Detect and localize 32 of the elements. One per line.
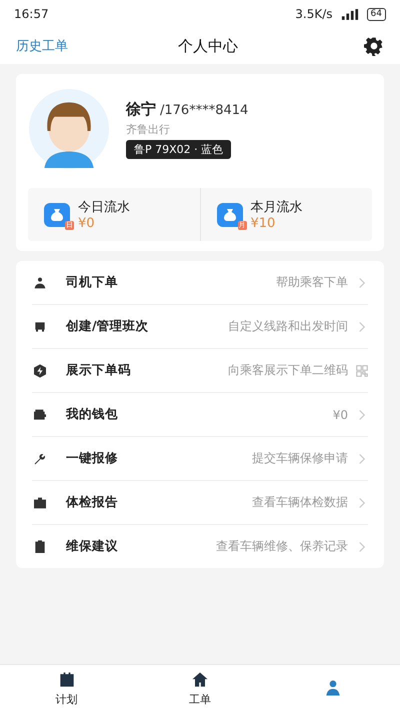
tab-item[interactable]: 计划 bbox=[0, 665, 134, 711]
menu-item[interactable]: 维保建议 查看车辆维修、保养记录 bbox=[32, 525, 368, 568]
phone-number: /176****8414 bbox=[160, 102, 248, 118]
battery-level: 64 bbox=[366, 8, 386, 20]
menu-item[interactable]: 一键报修 提交车辆保修申请 bbox=[32, 437, 368, 481]
signal-icon bbox=[340, 8, 359, 20]
menu-icon bbox=[32, 274, 48, 290]
earnings-label: 今日流水 bbox=[78, 199, 130, 216]
qr-code-icon bbox=[356, 364, 368, 376]
money-bag-icon bbox=[216, 202, 242, 226]
menu-item[interactable]: 创建/管理班次 自定义线路和出发时间 bbox=[32, 305, 368, 349]
status-time: 16:57 bbox=[14, 7, 49, 21]
tab-item[interactable]: 工单 bbox=[133, 665, 267, 711]
earnings-amount: ¥10 bbox=[250, 216, 276, 231]
menu-item[interactable]: 展示下单码 向乘客展示下单二维码 bbox=[32, 349, 368, 393]
menu-icon bbox=[32, 494, 48, 510]
avatar-icon bbox=[28, 88, 110, 170]
settings-icon[interactable] bbox=[364, 36, 384, 56]
earnings-label: 本月流水 bbox=[250, 199, 302, 216]
company-name: 齐鲁出行 bbox=[126, 122, 170, 136]
earnings-amount: ¥0 bbox=[78, 216, 96, 231]
money-bag-icon bbox=[44, 202, 70, 226]
menu-item[interactable]: 体检报告 查看车辆体检数据 bbox=[32, 481, 368, 525]
plate-tag: 鲁P 79X02 · 蓝色 bbox=[126, 140, 232, 158]
menu-icon bbox=[32, 362, 48, 378]
network-speed: 3.5K/s bbox=[295, 7, 333, 21]
menu-icon bbox=[32, 406, 48, 422]
menu-item[interactable]: 司机下单 帮助乘客下单 bbox=[32, 261, 368, 305]
menu-item[interactable]: 我的钱包 ¥0 bbox=[32, 393, 368, 437]
history-orders-link[interactable]: 历史工单 bbox=[16, 37, 68, 55]
page-title: 个人中心 bbox=[178, 36, 238, 56]
driver-name: 徐宁 bbox=[126, 100, 156, 118]
